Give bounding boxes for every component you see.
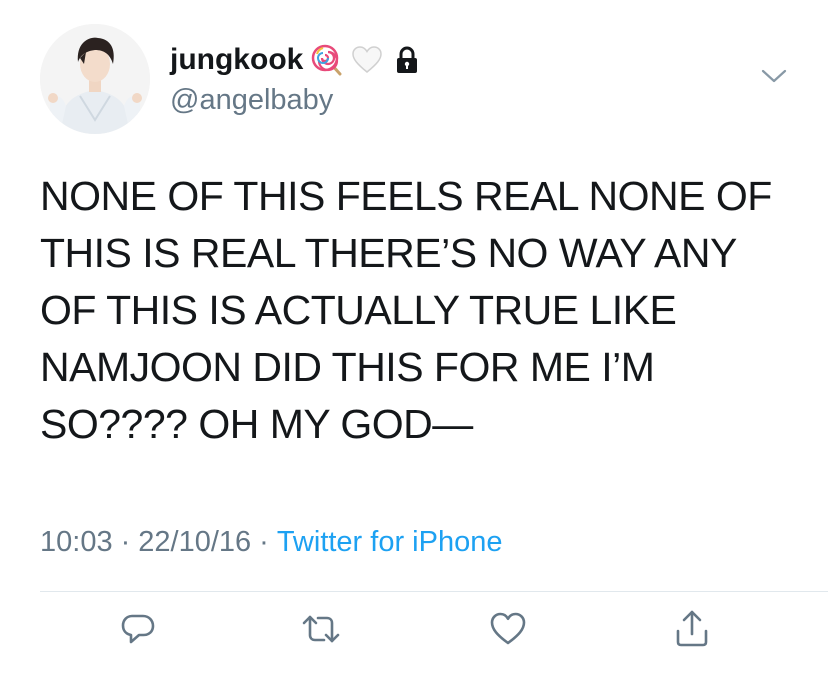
retweet-button[interactable] bbox=[297, 607, 345, 655]
tweet: jungkook @angelbaby NONE OF THIS FEELS R… bbox=[0, 0, 828, 677]
like-button[interactable] bbox=[484, 607, 532, 655]
tweet-meta: 10:03 · 22/10/16 · Twitter for iPhone bbox=[40, 526, 502, 559]
handle[interactable]: @angelbaby bbox=[170, 84, 333, 117]
tweet-time: 10:03 bbox=[40, 526, 113, 558]
lollipop-emoji bbox=[311, 44, 343, 76]
reply-button[interactable] bbox=[114, 607, 162, 655]
chevron-down-icon[interactable] bbox=[760, 66, 788, 86]
divider bbox=[40, 591, 828, 592]
like-icon bbox=[488, 609, 528, 654]
tweet-date: 22/10/16 bbox=[138, 526, 252, 558]
share-button[interactable] bbox=[668, 607, 716, 655]
tweet-source-link[interactable]: Twitter for iPhone bbox=[277, 526, 503, 559]
display-name[interactable]: jungkook bbox=[170, 43, 303, 77]
retweet-icon bbox=[300, 609, 342, 654]
reply-icon bbox=[118, 609, 158, 654]
lock-icon bbox=[391, 44, 423, 76]
white-heart-emoji bbox=[351, 44, 383, 76]
action-bar bbox=[0, 605, 828, 661]
tweet-text: NONE OF THIS FEELS REAL NONE OF THIS IS … bbox=[40, 173, 772, 447]
meta-separator: · bbox=[259, 526, 269, 558]
name-row: jungkook bbox=[170, 40, 423, 80]
share-icon bbox=[672, 609, 712, 654]
avatar[interactable] bbox=[40, 24, 150, 134]
meta-separator: · bbox=[120, 526, 131, 558]
